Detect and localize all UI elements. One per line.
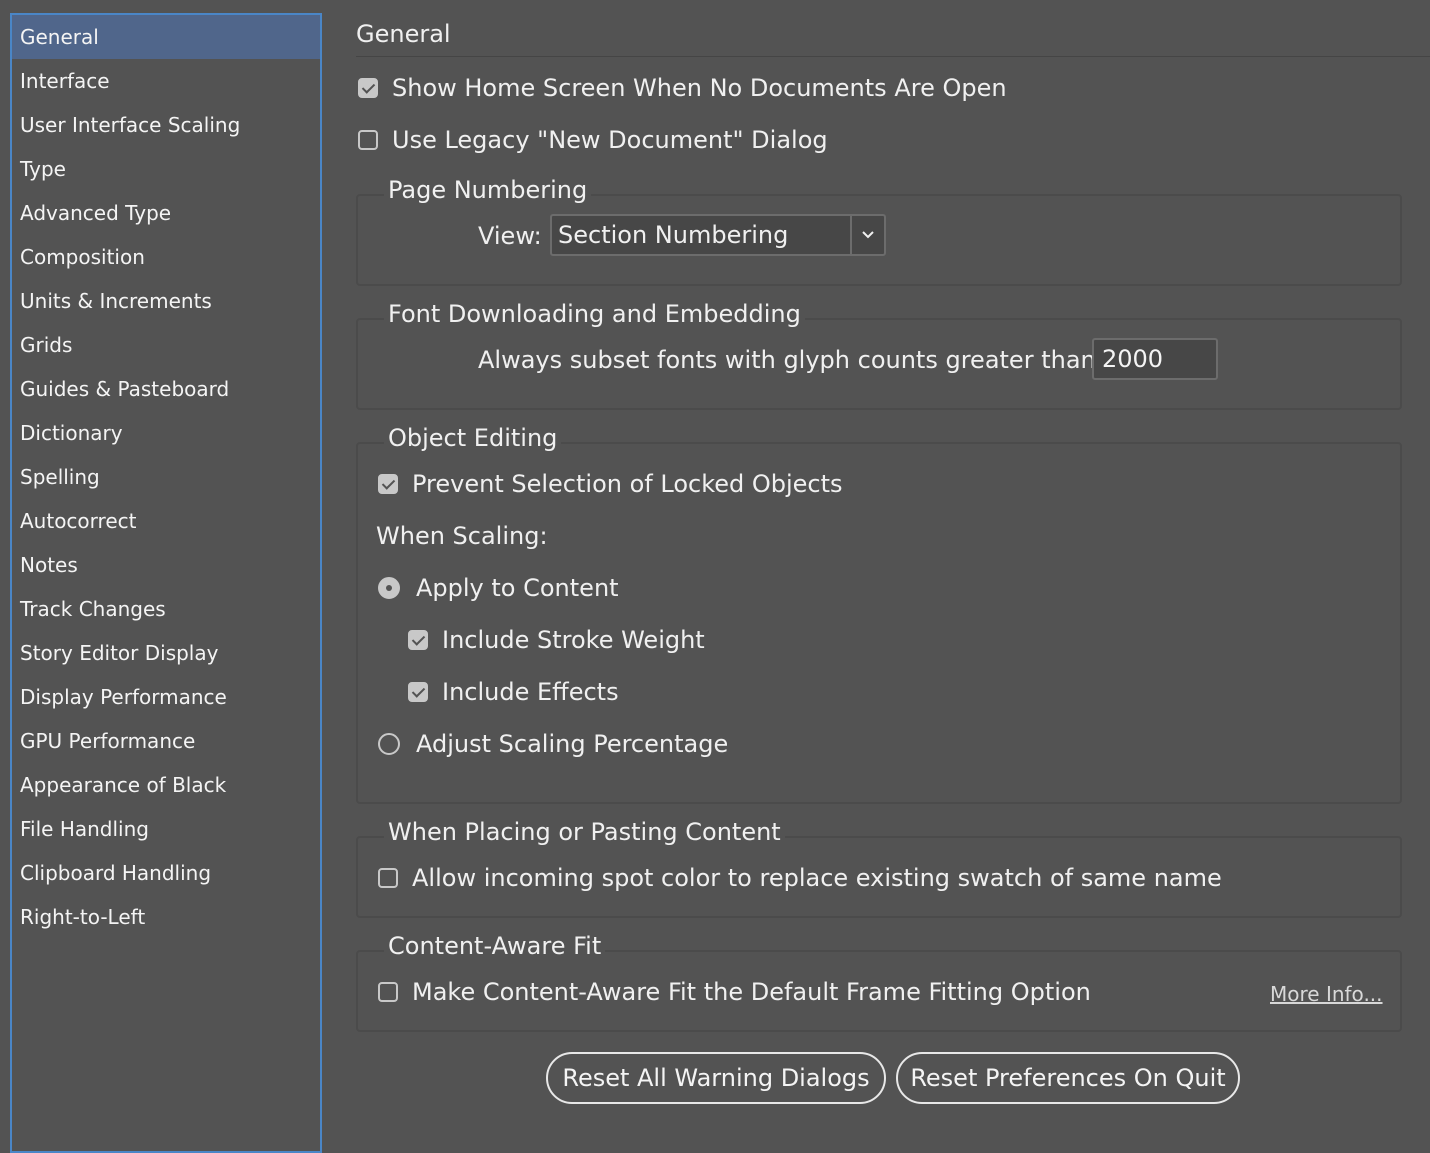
checkbox-checked-icon[interactable] bbox=[408, 630, 428, 650]
subset-fonts-label: Always subset fonts with glyph counts gr… bbox=[478, 346, 1104, 374]
page-numbering-view-select[interactable]: Section Numbering bbox=[550, 214, 886, 256]
sidebar-item-appearance-of-black[interactable]: Appearance of Black bbox=[12, 763, 320, 807]
page-numbering-group: Page Numbering View: Section Numbering bbox=[356, 176, 1402, 286]
allow-spot-color-label: Allow incoming spot color to replace exi… bbox=[412, 864, 1222, 892]
sidebar-item-type[interactable]: Type bbox=[12, 147, 320, 191]
prevent-locked-selection-checkbox[interactable]: Prevent Selection of Locked Objects bbox=[378, 470, 843, 498]
sidebar-item-clipboard-handling[interactable]: Clipboard Handling bbox=[12, 851, 320, 895]
apply-to-content-radio[interactable]: Apply to Content bbox=[378, 574, 619, 602]
sidebar-item-ui-scaling[interactable]: User Interface Scaling bbox=[12, 103, 320, 147]
font-downloading-group: Font Downloading and Embedding Always su… bbox=[356, 300, 1402, 410]
adjust-scaling-label: Adjust Scaling Percentage bbox=[416, 730, 729, 758]
sidebar-item-notes[interactable]: Notes bbox=[12, 543, 320, 587]
radio-unselected-icon[interactable] bbox=[378, 733, 400, 755]
include-stroke-weight-label: Include Stroke Weight bbox=[442, 626, 705, 654]
checkbox-checked-icon[interactable] bbox=[358, 78, 378, 98]
sidebar-item-advanced-type[interactable]: Advanced Type bbox=[12, 191, 320, 235]
checkbox-unchecked-icon[interactable] bbox=[358, 130, 378, 150]
sidebar-item-grids[interactable]: Grids bbox=[12, 323, 320, 367]
sidebar-item-interface[interactable]: Interface bbox=[12, 59, 320, 103]
include-effects-checkbox[interactable]: Include Effects bbox=[408, 678, 619, 706]
object-editing-group: Object Editing Prevent Selection of Lock… bbox=[356, 424, 1402, 804]
sidebar-item-track-changes[interactable]: Track Changes bbox=[12, 587, 320, 631]
placing-content-group: When Placing or Pasting Content Allow in… bbox=[356, 818, 1402, 918]
include-stroke-weight-checkbox[interactable]: Include Stroke Weight bbox=[408, 626, 705, 654]
sidebar-item-composition[interactable]: Composition bbox=[12, 235, 320, 279]
sidebar-item-guides-pasteboard[interactable]: Guides & Pasteboard bbox=[12, 367, 320, 411]
checkbox-unchecked-icon[interactable] bbox=[378, 868, 398, 888]
sidebar-item-story-editor-display[interactable]: Story Editor Display bbox=[12, 631, 320, 675]
prevent-locked-label: Prevent Selection of Locked Objects bbox=[412, 470, 843, 498]
content-aware-default-checkbox[interactable]: Make Content-Aware Fit the Default Frame… bbox=[378, 978, 1091, 1006]
page-numbering-title: Page Numbering bbox=[384, 176, 592, 204]
general-preferences-panel: General Show Home Screen When No Documen… bbox=[356, 0, 1430, 1138]
checkbox-checked-icon[interactable] bbox=[378, 474, 398, 494]
sidebar-item-general[interactable]: General bbox=[12, 15, 320, 59]
content-aware-fit-group: Content-Aware Fit Make Content-Aware Fit… bbox=[356, 932, 1402, 1032]
reset-warning-dialogs-button[interactable]: Reset All Warning Dialogs bbox=[546, 1052, 886, 1104]
content-aware-fit-title: Content-Aware Fit bbox=[384, 932, 606, 960]
view-label: View: bbox=[478, 222, 542, 250]
sidebar-item-right-to-left[interactable]: Right-to-Left bbox=[12, 895, 320, 939]
subset-glyph-count-input[interactable]: 2000 bbox=[1092, 338, 1218, 380]
sidebar-item-display-performance[interactable]: Display Performance bbox=[12, 675, 320, 719]
checkbox-checked-icon[interactable] bbox=[408, 682, 428, 702]
font-downloading-title: Font Downloading and Embedding bbox=[384, 300, 805, 328]
object-editing-title: Object Editing bbox=[384, 424, 562, 452]
include-effects-label: Include Effects bbox=[442, 678, 619, 706]
sidebar-item-autocorrect[interactable]: Autocorrect bbox=[12, 499, 320, 543]
checkbox-unchecked-icon[interactable] bbox=[378, 982, 398, 1002]
show-home-screen-label: Show Home Screen When No Documents Are O… bbox=[392, 74, 1007, 102]
placing-content-title: When Placing or Pasting Content bbox=[384, 818, 785, 846]
radio-selected-icon[interactable] bbox=[378, 577, 400, 599]
sidebar-item-spelling[interactable]: Spelling bbox=[12, 455, 320, 499]
apply-to-content-label: Apply to Content bbox=[416, 574, 619, 602]
chevron-down-icon[interactable] bbox=[850, 216, 884, 254]
sidebar-item-gpu-performance[interactable]: GPU Performance bbox=[12, 719, 320, 763]
title-divider bbox=[356, 56, 1430, 57]
legacy-new-document-label: Use Legacy "New Document" Dialog bbox=[392, 126, 828, 154]
legacy-new-document-checkbox[interactable]: Use Legacy "New Document" Dialog bbox=[358, 126, 828, 154]
adjust-scaling-percentage-radio[interactable]: Adjust Scaling Percentage bbox=[378, 730, 728, 758]
preferences-sidebar: General Interface User Interface Scaling… bbox=[10, 13, 322, 1153]
sidebar-item-units-increments[interactable]: Units & Increments bbox=[12, 279, 320, 323]
when-scaling-label: When Scaling: bbox=[376, 522, 548, 550]
sidebar-item-file-handling[interactable]: File Handling bbox=[12, 807, 320, 851]
show-home-screen-checkbox[interactable]: Show Home Screen When No Documents Are O… bbox=[358, 74, 1007, 102]
sidebar-item-dictionary[interactable]: Dictionary bbox=[12, 411, 320, 455]
content-aware-default-label: Make Content-Aware Fit the Default Frame… bbox=[412, 978, 1091, 1006]
reset-preferences-on-quit-button[interactable]: Reset Preferences On Quit bbox=[896, 1052, 1240, 1104]
more-info-link[interactable]: More Info... bbox=[1270, 982, 1383, 1006]
view-select-value: Section Numbering bbox=[558, 221, 789, 249]
page-title: General bbox=[356, 20, 451, 48]
allow-spot-color-checkbox[interactable]: Allow incoming spot color to replace exi… bbox=[378, 864, 1222, 892]
